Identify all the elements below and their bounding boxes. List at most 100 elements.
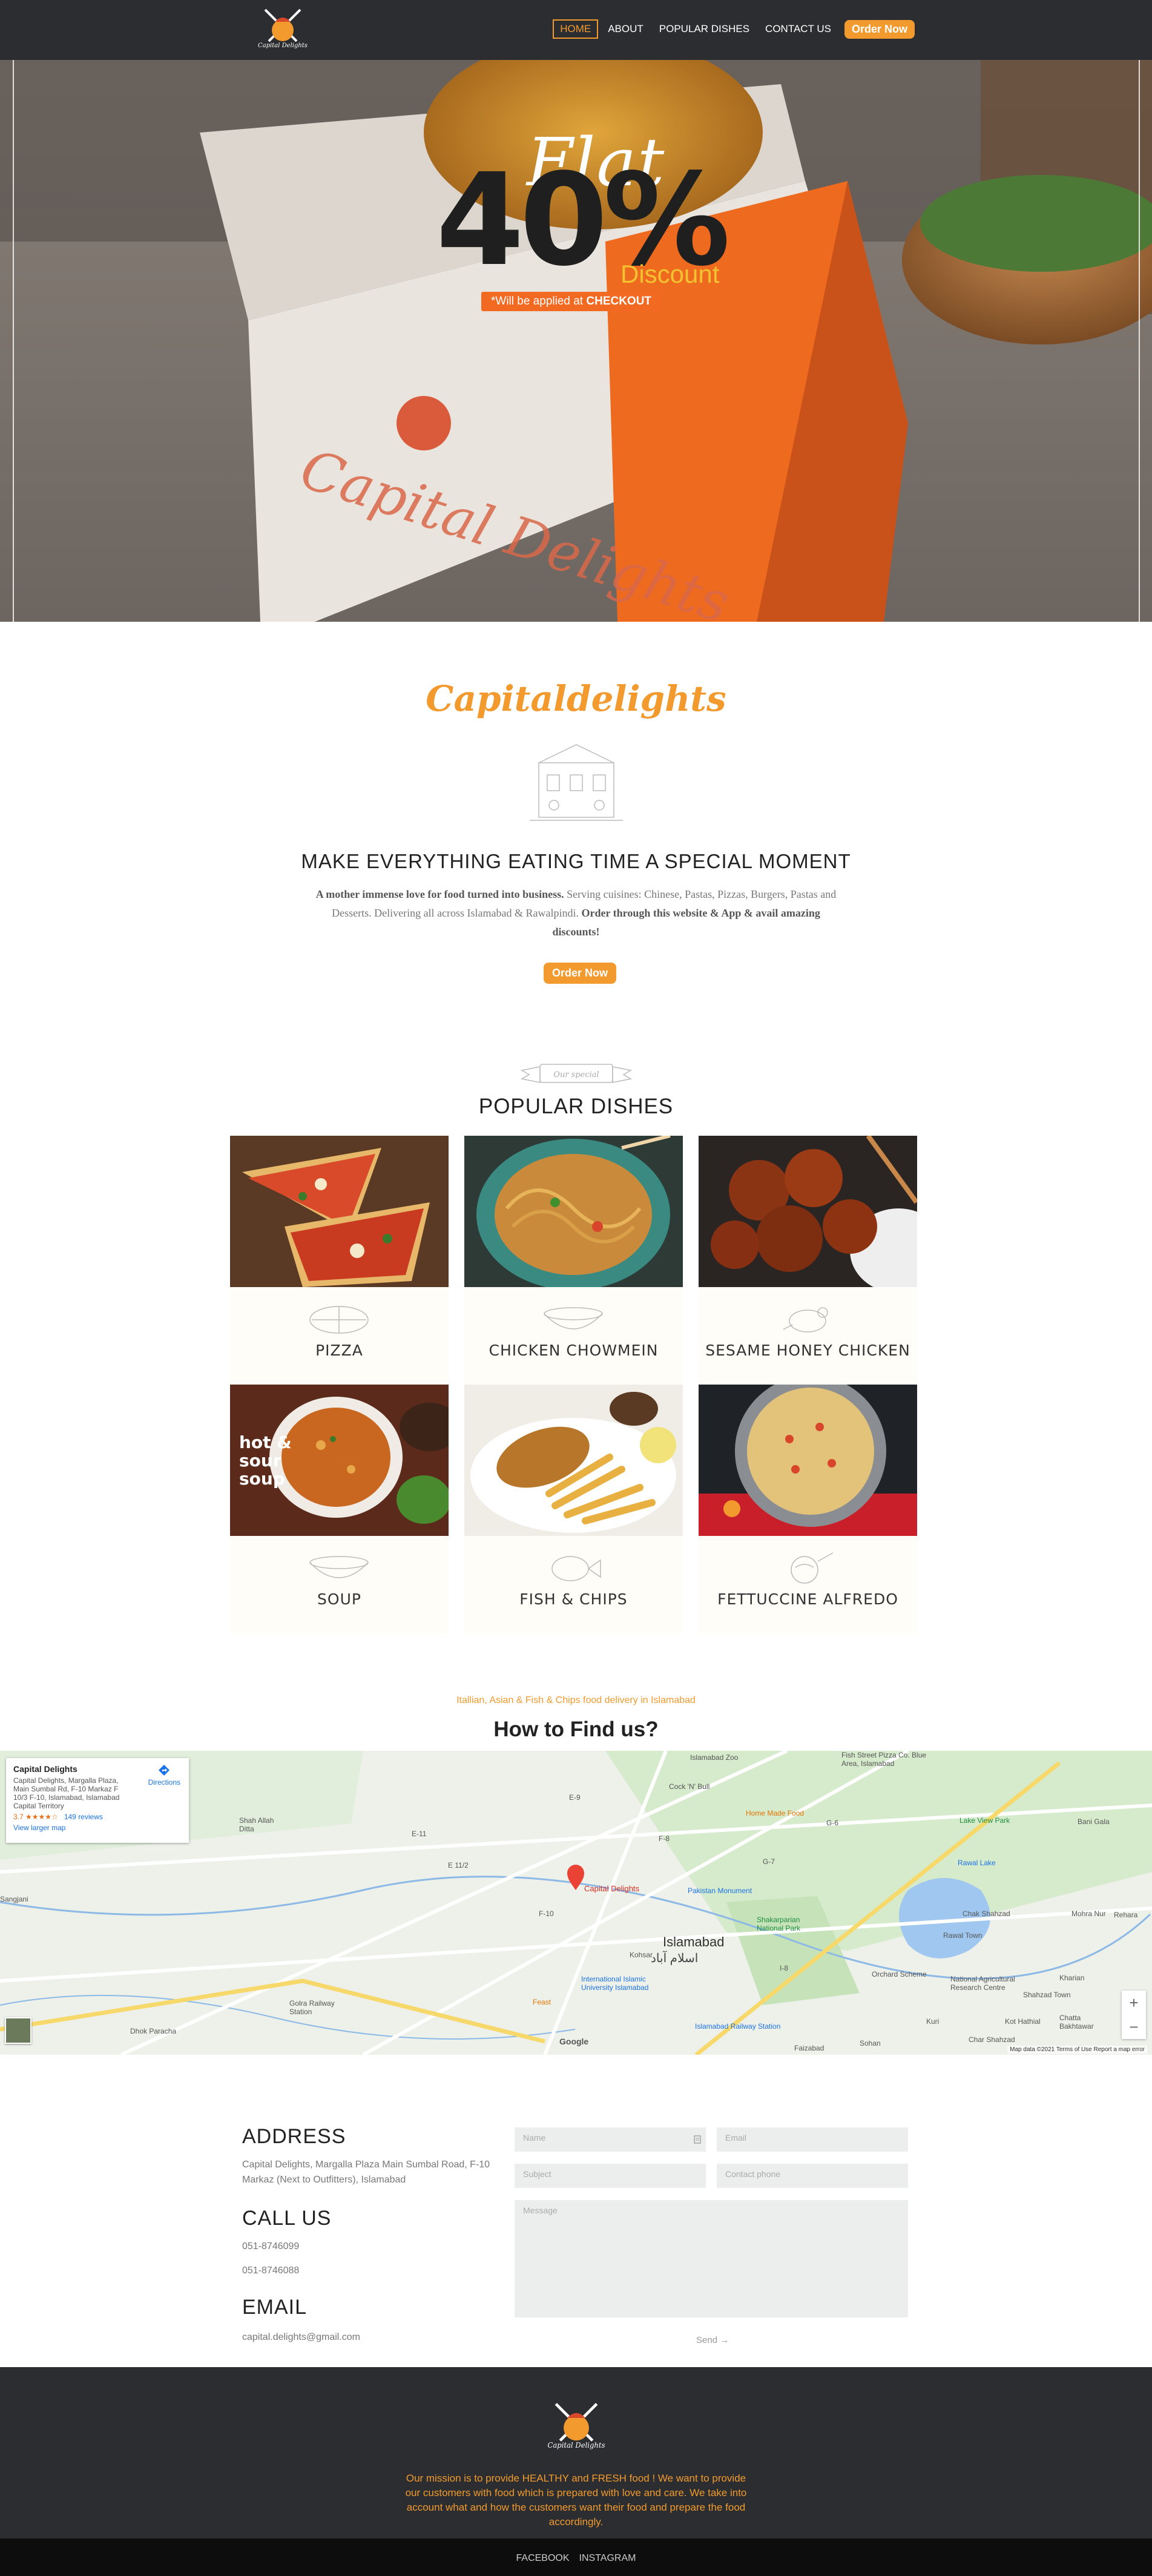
map-label: Golra Railway Station [289,1999,335,2016]
dish-name-chicken-chowmein: Chicken Chowmein [489,1342,659,1359]
pasta-sketch-icon [791,1552,834,1584]
map-info-card: Capital Delights Capital Delights, Marga… [6,1758,189,1843]
map-pin-label[interactable]: Capital Delights [584,1884,639,1893]
map-label: Bani Gala [1078,1817,1110,1826]
dish-image-fettuccine [699,1385,917,1536]
directions-icon [159,1765,170,1776]
phone-number-2[interactable]: 051-8746088 [242,2263,502,2278]
message-textarea[interactable]: Message [515,2200,908,2317]
map-label: E-11 [412,1830,427,1838]
view-larger-map-link[interactable]: View larger map [13,1823,182,1832]
dish-caption: Fish & Chips [464,1536,683,1633]
logo-icon[interactable]: Capital Delights [257,5,309,53]
dish-image-sesame-chicken [699,1136,917,1287]
dish-caption: Fettuccine Alfredo [699,1536,917,1633]
map-label: Shah Allah Ditta [239,1816,274,1833]
map-label: Home Made Food [746,1809,805,1817]
map-label: Sangjani [0,1895,28,1903]
satellite-toggle-thumbnail[interactable] [5,2017,31,2044]
map-label: E-9 [569,1793,581,1802]
pizza-sketch-icon [309,1306,369,1334]
map-label: Shahzad Town [1023,1991,1071,1999]
zoom-in-button[interactable]: + [1122,1991,1146,2015]
map-label: Kharian [1059,1974,1085,1982]
map-label: Islamabad Zoo [690,1753,739,1762]
directions-label: Directions [148,1778,180,1787]
svg-text:Capital Delights: Capital Delights [547,2441,605,2449]
map-label: Char Shahzad [969,2035,1015,2044]
dish-card-fettuccine-alfredo[interactable]: Fettuccine Alfredo [699,1385,917,1633]
contact-phone-input[interactable]: Contact phone [717,2164,908,2188]
map-label: F-10 [539,1909,554,1918]
dish-image-chowmein [464,1136,683,1287]
dish-card-pizza[interactable]: Pizza [230,1136,449,1385]
phone-number-1[interactable]: 051-8746099 [242,2239,502,2254]
map-label: E 11/2 [448,1861,469,1869]
dish-image-fish-chips [464,1385,683,1536]
dish-card-chicken-chowmein[interactable]: Chicken Chowmein [464,1136,683,1385]
map-label: Faizabad [794,2044,825,2052]
name-input[interactable]: Name [515,2127,706,2152]
dish-card-soup[interactable]: hot & sour soup Soup [230,1385,449,1633]
svg-text:Capital Delights: Capital Delights [258,42,308,49]
about-order-now-button[interactable]: Order Now [544,963,617,984]
map-label: G-7 [763,1857,775,1866]
about-heading: MAKE EVERYTHING EATING TIME A SPECIAL MO… [301,850,851,872]
dish-card-fish-and-chips[interactable]: Fish & Chips [464,1385,683,1633]
map-footer-text[interactable]: Map data ©2021 Terms of Use Report a map… [1007,2046,1147,2054]
about-text-strong-2: Order through this website & App & avail… [552,907,820,938]
hero-checkout-note: *Will be applied at CHECKOUT [481,292,662,311]
dish-caption: Soup [230,1536,449,1633]
map-label: Mohra Nur [1071,1909,1106,1918]
address-heading: ADDRESS [242,2125,346,2148]
about-description: A mother immense love for food turned in… [315,885,837,941]
map-label: Shakarparian National Park [757,1916,801,1932]
dish-card-sesame-honey-chicken[interactable]: Sesame Honey Chicken [699,1136,917,1385]
directions-button[interactable]: Directions [148,1764,180,1787]
dish-name-fettuccine-alfredo: Fettuccine Alfredo [717,1590,898,1608]
dish-image-soup: hot & sour soup [230,1385,449,1536]
footer-logo-icon[interactable]: Capital Delights [546,2396,607,2457]
map-label: Lake View Park [959,1816,1010,1825]
bottom-bar: FACEBOOK INSTAGRAM [0,2538,1152,2576]
bowl-sketch-icon [544,1307,603,1329]
hero-note-prefix: *Will be applied at [491,295,587,308]
nav-order-now-button[interactable]: Order Now [844,19,915,39]
map-label: Dhok Paracha [130,2027,177,2035]
map-label: Fish Street Pizza Co. Blue Area, Islamab… [841,1751,927,1768]
dish-caption: Sesame Honey Chicken [699,1287,917,1385]
dish-name-soup: Soup [317,1590,361,1608]
nav-about[interactable]: ABOUT [602,21,650,38]
map-label: Kuri [926,2017,940,2026]
email-address[interactable]: capital.delights@gmail.com [242,2330,502,2345]
map-label: F-8 [659,1834,670,1843]
map-label: I-8 [780,1964,789,1972]
google-map[interactable]: Capital Delights Islamabad اسلام آباد Is… [0,1751,1152,2055]
zoom-out-button[interactable]: − [1122,2015,1146,2039]
fish-sketch-icon [551,1556,601,1581]
nav-popular-dishes[interactable]: POPULAR DISHES [653,21,755,38]
email-input[interactable]: Email [717,2127,908,2152]
svg-text:Our special: Our special [553,1070,599,1079]
nav-contact-us[interactable]: CONTACT US [759,21,837,38]
map-label: G-6 [826,1819,839,1827]
map-label: Kohsar [630,1951,653,1959]
map-label: Rawal Town [943,1931,982,1940]
dish-name-pizza: Pizza [315,1342,363,1359]
instagram-link[interactable]: INSTAGRAM [579,2553,636,2576]
about-text-strong-1: A mother immense love for food turned in… [315,888,564,900]
popular-dishes-heading: POPULAR DISHES [478,1095,674,1118]
map-label: Pakistan Monument [688,1886,752,1895]
name-placeholder: Name [523,2133,546,2143]
map-card-reviews-link[interactable]: 149 reviews [64,1813,103,1821]
map-label: Chatta Bakhtawar [1059,2014,1094,2031]
dish-caption: Pizza [230,1287,449,1385]
google-logo: Google [559,2037,589,2046]
send-button[interactable]: Send → [696,2335,729,2345]
map-label: Cock 'N' Bull [669,1782,710,1791]
contact-card-icon [694,2135,701,2144]
facebook-link[interactable]: FACEBOOK [516,2553,570,2576]
nav-home[interactable]: HOME [553,19,599,39]
subject-input[interactable]: Subject [515,2164,706,2188]
map-label: International Islamic University Islamab… [581,1975,649,1992]
